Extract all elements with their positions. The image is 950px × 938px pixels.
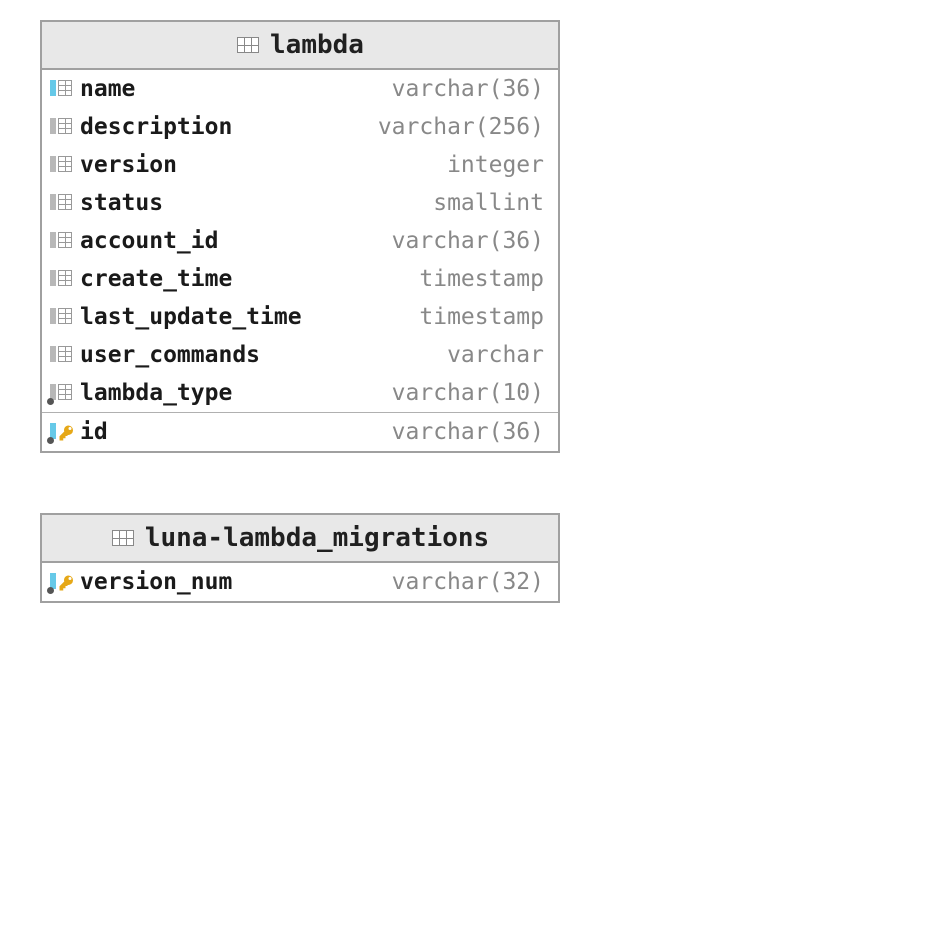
column-icon [50, 155, 74, 175]
table-name: luna-lambda_migrations [145, 523, 489, 553]
column-type: varchar(36) [392, 228, 544, 254]
column-name: create_time [80, 266, 232, 292]
columns-list: version_num varchar(32) [42, 563, 558, 601]
column-name: version [80, 152, 177, 178]
column-row: user_commands varchar [42, 336, 558, 374]
table-header: luna-lambda_migrations [42, 515, 558, 563]
table-luna-lambda-migrations: luna-lambda_migrations version_num varch… [40, 513, 560, 603]
column-icon [50, 269, 74, 289]
column-icon [50, 117, 74, 137]
column-type: timestamp [419, 304, 544, 330]
key-icon [58, 424, 76, 442]
column-type: smallint [433, 190, 544, 216]
table-header: lambda [42, 22, 558, 70]
column-icon [50, 231, 74, 251]
column-type: varchar(10) [392, 380, 544, 406]
key-icon [58, 574, 76, 592]
column-icon [50, 307, 74, 327]
primary-key-icon [50, 422, 74, 442]
column-row: lambda_type varchar(10) [42, 374, 558, 412]
table-name: lambda [270, 30, 364, 60]
column-type: varchar(32) [392, 569, 544, 595]
column-row: name varchar(36) [42, 70, 558, 108]
columns-list: name varchar(36) description varchar(256… [42, 70, 558, 451]
column-type: varchar(36) [392, 419, 544, 445]
column-name: user_commands [80, 342, 260, 368]
column-name: account_id [80, 228, 218, 254]
column-row: status smallint [42, 184, 558, 222]
column-name: name [80, 76, 135, 102]
column-name: status [80, 190, 163, 216]
column-row: version_num varchar(32) [42, 563, 558, 601]
column-type: varchar(36) [392, 76, 544, 102]
column-icon [50, 193, 74, 213]
column-name: version_num [80, 569, 232, 595]
column-name: id [80, 419, 108, 445]
column-row: create_time timestamp [42, 260, 558, 298]
primary-key-icon [50, 572, 74, 592]
column-row: version integer [42, 146, 558, 184]
column-type: varchar [447, 342, 544, 368]
column-highlighted-icon [50, 79, 74, 99]
table-icon [236, 35, 260, 55]
column-nullable-icon [50, 383, 74, 403]
column-row: id varchar(36) [42, 412, 558, 451]
column-name: last_update_time [80, 304, 302, 330]
column-icon [50, 345, 74, 365]
column-row: account_id varchar(36) [42, 222, 558, 260]
column-name: description [80, 114, 232, 140]
column-type: integer [447, 152, 544, 178]
column-type: timestamp [419, 266, 544, 292]
table-icon [111, 528, 135, 548]
table-lambda: lambda name varchar(36) description varc… [40, 20, 560, 453]
column-row: last_update_time timestamp [42, 298, 558, 336]
column-type: varchar(256) [378, 114, 544, 140]
column-row: description varchar(256) [42, 108, 558, 146]
column-name: lambda_type [80, 380, 232, 406]
